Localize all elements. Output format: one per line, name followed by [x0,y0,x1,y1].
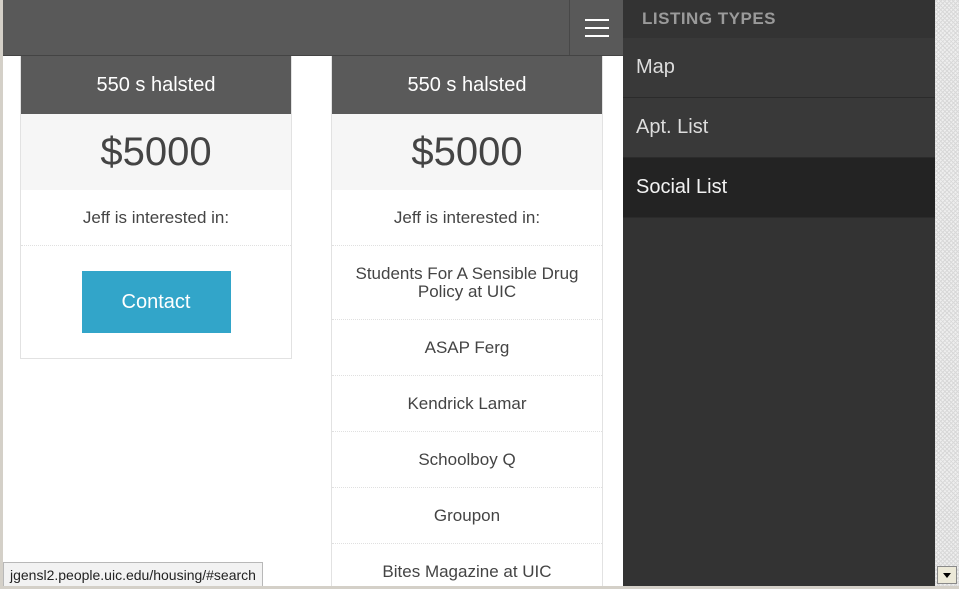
status-bar-url: jgensl2.people.uic.edu/housing/#search [3,562,263,587]
listing-price: $5000 [332,114,602,190]
hamburger-menu-icon[interactable] [569,0,623,55]
contact-area: Contact [21,246,291,358]
listing-card: 550 s halsted $5000 Jeff is interested i… [331,56,603,586]
interest-item: Students For A Sensible Drug Policy at U… [332,246,602,320]
top-navbar [3,0,623,56]
listing-price: $5000 [21,114,291,190]
contact-button[interactable]: Contact [81,271,231,333]
listing-types-sidebar: LISTING TYPES Map Apt. List Social List [623,0,935,586]
interest-item: Bites Magazine at UIC [332,544,602,586]
sidebar-title: LISTING TYPES [642,9,777,28]
sidebar-item-apt-list[interactable]: Apt. List [623,98,935,158]
interest-item: Groupon [332,488,602,544]
hamburger-line [584,26,609,29]
listing-card: 550 s halsted $5000 Jeff is interested i… [20,56,292,359]
interest-label: Jeff is interested in: [21,190,291,246]
interest-item: Kendrick Lamar [332,376,602,432]
interest-item: Schoolboy Q [332,432,602,488]
listing-address: 550 s halsted [21,56,291,114]
listing-address: 550 s halsted [332,56,602,114]
scroll-down-button[interactable] [937,566,957,584]
chevron-down-icon [943,572,951,578]
sidebar-item-social-list[interactable]: Social List [623,158,935,218]
interest-label: Jeff is interested in: [332,190,602,246]
vertical-scrollbar[interactable] [935,0,959,586]
hamburger-line [584,18,609,21]
browser-viewport: 550 s halsted $5000 Jeff is interested i… [3,0,935,586]
interest-item: ASAP Ferg [332,320,602,376]
hamburger-line [584,34,609,37]
sidebar-item-map[interactable]: Map [623,38,935,98]
